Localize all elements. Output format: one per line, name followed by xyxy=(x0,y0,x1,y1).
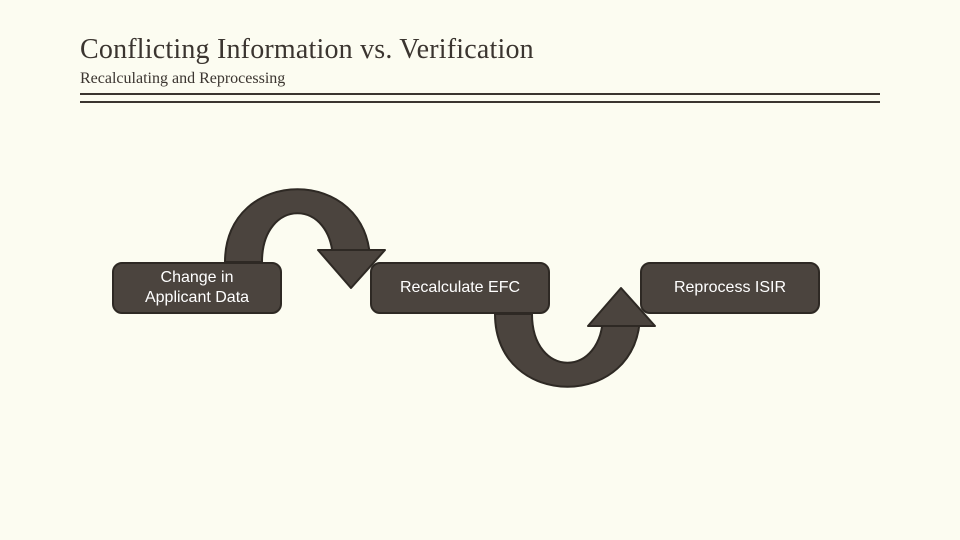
node-recalculate-efc: Recalculate EFC xyxy=(370,262,550,314)
node-label: Reprocess ISIR xyxy=(674,278,786,298)
slide: Conflicting Information vs. Verification… xyxy=(0,0,960,540)
node-reprocess-isir: Reprocess ISIR xyxy=(640,262,820,314)
process-diagram: Change inApplicant Data Recalculate EFC … xyxy=(0,0,960,540)
node-label: Recalculate EFC xyxy=(400,278,520,298)
node-label: Change inApplicant Data xyxy=(145,268,249,308)
node-change-applicant-data: Change inApplicant Data xyxy=(112,262,282,314)
